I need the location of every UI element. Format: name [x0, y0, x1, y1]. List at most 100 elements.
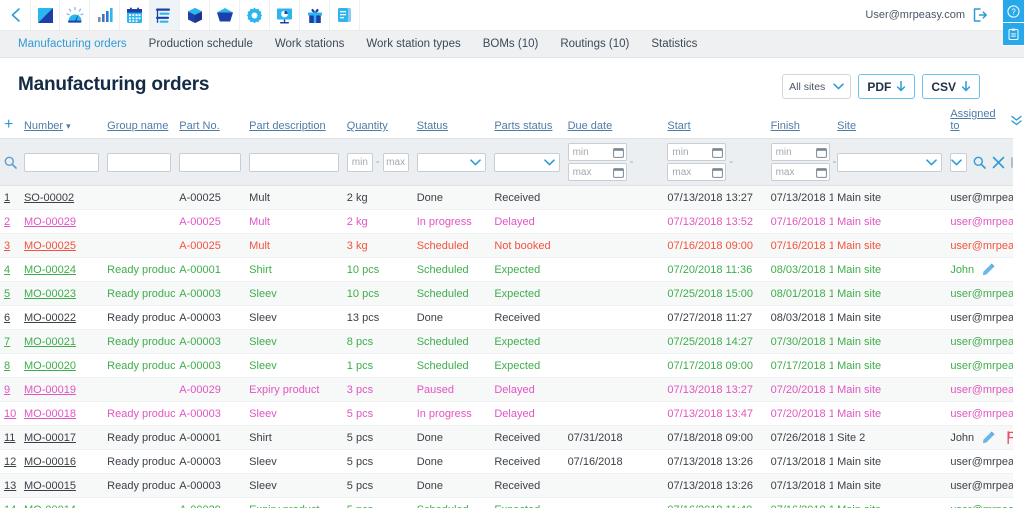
table-row[interactable]: 2 MO-00029 A-00025 Mult 2 kg In progress Delay…	[0, 209, 1013, 234]
filter-start-min[interactable]: min	[667, 143, 727, 161]
app-icon-dashboard-tile[interactable]	[30, 0, 60, 30]
app-icon-box[interactable]	[180, 0, 210, 30]
row-index[interactable]: 8	[4, 360, 10, 372]
nav-item-boms[interactable]: BOMs (10)	[472, 38, 550, 50]
order-number-link[interactable]: SO-00002	[24, 192, 74, 204]
search-icon[interactable]	[4, 156, 17, 169]
header-group-name-label[interactable]: Group name	[107, 120, 168, 132]
filter-group-name-input[interactable]	[107, 152, 172, 172]
filter-finish-min[interactable]: min	[770, 143, 830, 161]
app-icon-production-list[interactable]	[150, 0, 180, 30]
double-chevron-down-icon[interactable]	[1010, 115, 1023, 126]
table-row[interactable]: 14 MO-00014 A-00029Expiry product5 pcsSche…	[0, 497, 1013, 508]
row-index[interactable]: 14	[4, 504, 16, 508]
row-index[interactable]: 5	[4, 288, 10, 300]
app-icon-gauge[interactable]	[60, 0, 90, 30]
nav-item-production-schedule[interactable]: Production schedule	[138, 38, 264, 50]
order-number-link[interactable]: MO-00017	[24, 432, 76, 444]
site-filter-select[interactable]: All sites	[782, 74, 852, 99]
filter-assigned-to-select[interactable]	[950, 152, 968, 172]
row-index[interactable]: 11	[4, 432, 15, 444]
order-number-link[interactable]: MO-00022	[24, 312, 76, 324]
table-row[interactable]: 9 MO-00019 A-00029 Expiry product 3 pcs Pause…	[0, 377, 1013, 402]
apply-filter-search-icon[interactable]	[973, 156, 987, 169]
calendar-icon[interactable]	[612, 167, 624, 178]
plus-icon[interactable]: +	[4, 116, 13, 133]
order-number-link[interactable]: MO-00021	[24, 336, 76, 348]
filter-part-description-input[interactable]	[249, 152, 339, 172]
filter-finish-max[interactable]: max	[770, 163, 830, 181]
order-number-link[interactable]: MO-00018	[24, 408, 76, 420]
table-row[interactable]: 11 MO-00017 Ready productsA-00001Shirt5 pc…	[0, 425, 1013, 450]
row-index[interactable]: 10	[4, 408, 16, 420]
app-icon-gift[interactable]	[300, 0, 330, 30]
table-row[interactable]: 3 MO-00025 A-00025 Mult 3 kg Scheduled Not boo…	[0, 233, 1013, 258]
header-site-label[interactable]: Site	[837, 120, 856, 132]
order-number-link[interactable]: MO-00014	[24, 504, 76, 508]
app-icon-bar-chart[interactable]	[90, 0, 120, 30]
header-due-date-label[interactable]: Due date	[568, 120, 613, 132]
table-row[interactable]: 4 MO-00024 Ready productsA-00001Shirt10 pc…	[0, 257, 1013, 282]
table-row[interactable]: 13 MO-00015 Ready productsA-00003Sleev5 pc…	[0, 473, 1013, 498]
nav-item-manufacturing-orders[interactable]: Manufacturing orders	[18, 38, 138, 50]
row-index[interactable]: 2	[4, 216, 10, 228]
header-quantity-label[interactable]: Quantity	[347, 120, 388, 132]
header-status-label[interactable]: Status	[417, 120, 448, 132]
calendar-icon[interactable]	[815, 147, 827, 158]
table-row[interactable]: 8 MO-00020 Ready productsA-00003Sleev1 pcs…	[0, 353, 1013, 378]
app-icon-basket[interactable]	[210, 0, 240, 30]
row-index[interactable]: 13	[4, 480, 16, 492]
nav-item-statistics[interactable]: Statistics	[640, 38, 708, 50]
clear-filter-close-x-icon[interactable]	[992, 156, 1005, 169]
calendar-icon[interactable]	[612, 147, 624, 158]
header-part-no-label[interactable]: Part No.	[179, 120, 219, 132]
filter-due-min[interactable]: min	[567, 143, 627, 161]
order-number-link[interactable]: MO-00016	[24, 456, 76, 468]
order-number-link[interactable]: MO-00025	[24, 240, 76, 252]
table-row[interactable]: 1 SO-00002 A-00025 Mult 2 kg Done Received 07/1…	[0, 185, 1013, 210]
order-number-link[interactable]: MO-00024	[24, 264, 76, 276]
table-row[interactable]: 7 MO-00021 Ready productsA-00003Sleev8 pcs…	[0, 329, 1013, 354]
row-index[interactable]: 7	[4, 336, 10, 348]
calendar-icon[interactable]	[712, 167, 724, 178]
table-row[interactable]: 6 MO-00022 Ready productsA-00003Sleev13 pc…	[0, 305, 1013, 330]
pencil-icon[interactable]	[982, 263, 995, 276]
row-index[interactable]: 9	[4, 384, 10, 396]
table-row[interactable]: 5 MO-00023 Ready productsA-00003Sleev10 pc…	[0, 281, 1013, 306]
header-parts-status-label[interactable]: Parts status	[494, 120, 552, 132]
filter-part-no-input[interactable]	[179, 152, 242, 172]
table-row[interactable]: 12 MO-00016 Ready productsA-00003Sleev5 pc…	[0, 449, 1013, 474]
nav-item-routings[interactable]: Routings (10)	[549, 38, 640, 50]
chevron-down-icon[interactable]: ▾	[66, 121, 71, 131]
nav-item-work-station-types[interactable]: Work station types	[355, 38, 471, 50]
app-icon-document[interactable]	[330, 0, 360, 30]
app-icon-settings[interactable]	[240, 0, 270, 30]
select-all-checkbox[interactable]	[1011, 156, 1014, 168]
row-index[interactable]: 6	[4, 312, 10, 324]
header-assigned-to-label[interactable]: Assigned to	[950, 108, 995, 132]
header-part-description-label[interactable]: Part description	[249, 120, 325, 132]
filter-parts-status-select[interactable]	[494, 152, 560, 172]
header-finish-label[interactable]: Finish	[771, 120, 800, 132]
app-icon-presentation[interactable]	[270, 0, 300, 30]
row-index[interactable]: 1	[4, 192, 10, 204]
logout-icon[interactable]	[973, 8, 988, 22]
row-index[interactable]: 3	[4, 240, 10, 252]
filter-quantity-min[interactable]: min	[346, 152, 373, 172]
calendar-icon[interactable]	[712, 147, 724, 158]
row-index[interactable]: 4	[4, 264, 10, 276]
header-number-label[interactable]: Number	[24, 120, 63, 132]
filter-start-max[interactable]: max	[667, 163, 727, 181]
filter-status-select[interactable]	[416, 152, 487, 172]
filter-site-select[interactable]	[837, 152, 943, 172]
feedback-button[interactable]	[1003, 23, 1024, 46]
row-index[interactable]: 12	[4, 456, 16, 468]
nav-item-work-stations[interactable]: Work stations	[264, 38, 355, 50]
flag-icon[interactable]	[1006, 431, 1013, 444]
order-number-link[interactable]: MO-00029	[24, 216, 76, 228]
table-row[interactable]: 10 MO-00018 Ready productsA-00003Sleev5 pc…	[0, 401, 1013, 426]
app-icon-calendar[interactable]	[120, 0, 150, 30]
calendar-icon[interactable]	[815, 167, 827, 178]
export-csv-button[interactable]: CSV	[922, 74, 980, 99]
back-button[interactable]	[0, 0, 30, 30]
